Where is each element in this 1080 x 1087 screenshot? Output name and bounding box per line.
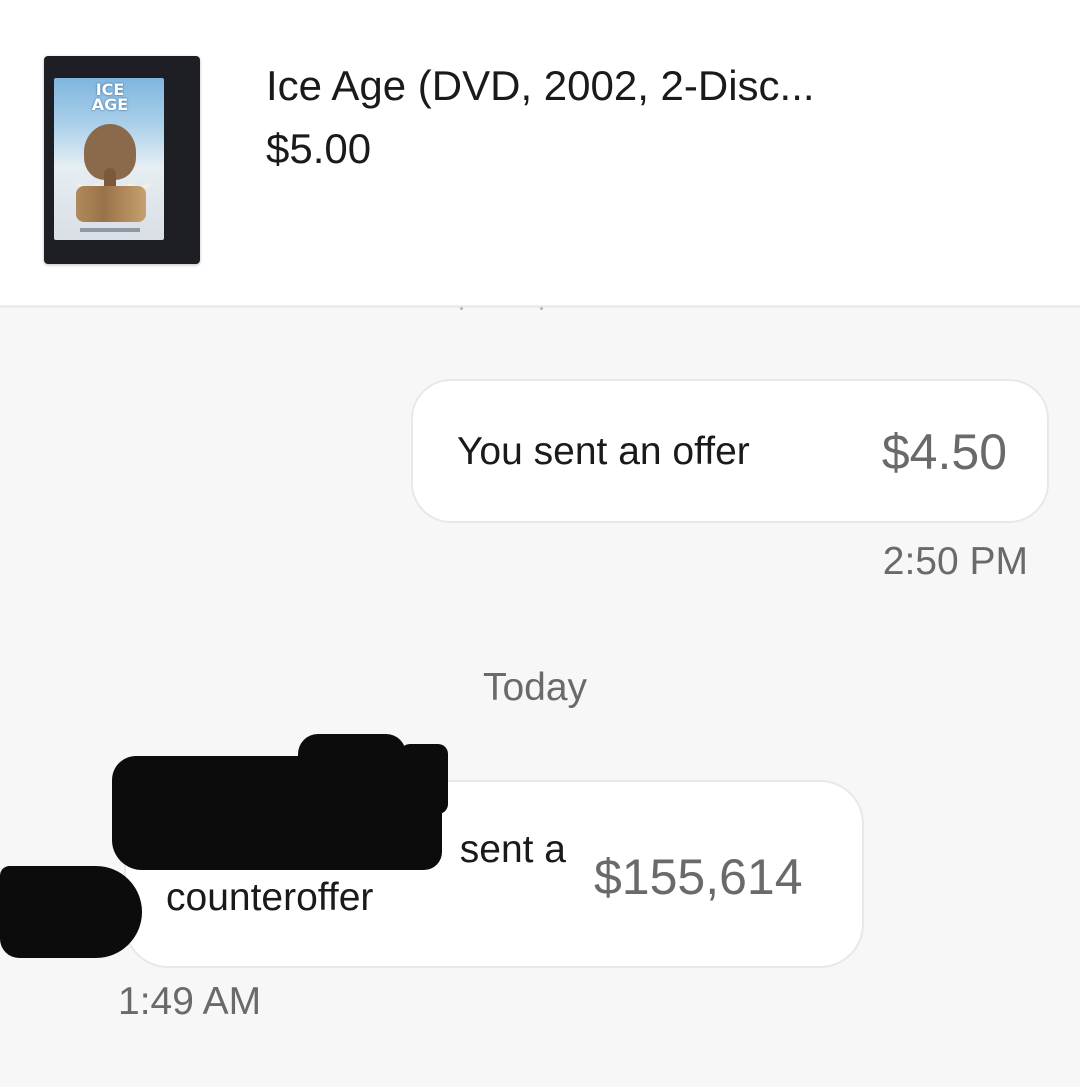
counteroffer-label-line1: sent a [459,828,566,871]
offer-amount: $4.50 [881,424,1007,480]
redaction-sender-name-right [400,744,448,814]
divider-dot [540,307,543,310]
dvd-cover-thumbnail[interactable]: ICE AGE [44,56,200,264]
offer-label: You sent an offer [457,430,750,473]
divider-dot [460,307,463,310]
cover-footer-text [80,228,140,232]
listing-title[interactable]: Ice Age (DVD, 2002, 2-Disc... [266,62,815,110]
redaction-sender-name-top [298,734,406,778]
listing-header[interactable]: ICE AGE Ice Age (DVD, 2002, 2-Disc... $5.… [0,0,1080,305]
characters-illustration [76,186,146,222]
sent-timestamp: 2:50 PM [882,540,1028,583]
dvd-cover-art: ICE AGE [54,78,164,240]
dvd-cover-logo: ICE AGE [91,80,129,114]
sent-offer-bubble[interactable]: You sent an offer $4.50 [411,379,1049,523]
counteroffer-label-line2: counteroffer [166,876,374,919]
received-timestamp: 1:49 AM [118,980,262,1023]
counteroffer-amount: $155,614 [594,849,803,905]
day-separator: Today [482,666,588,709]
redaction-avatar [0,866,142,958]
listing-price: $5.00 [266,125,372,172]
